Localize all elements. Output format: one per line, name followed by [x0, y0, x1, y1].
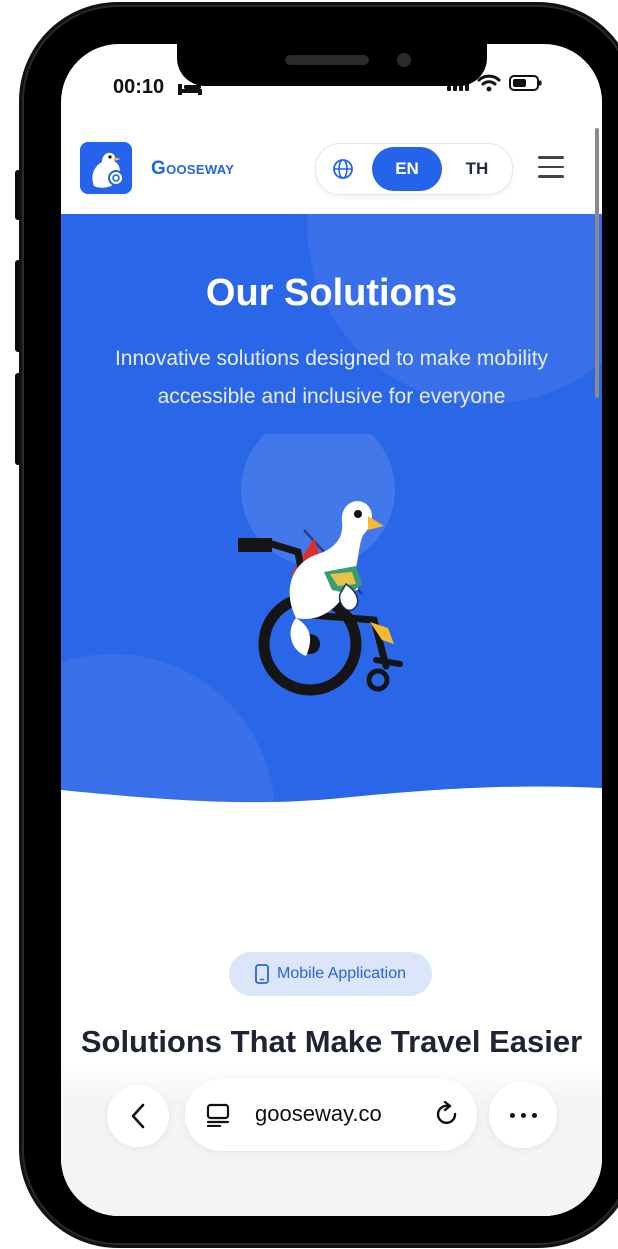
- phone-screen: 00:10 Gooseway EN TH Our Solutions Innov…: [61, 44, 602, 1216]
- language-th-button[interactable]: TH: [452, 147, 502, 191]
- notch: [177, 44, 487, 86]
- chevron-left-icon: [131, 1103, 145, 1129]
- front-camera: [397, 53, 411, 67]
- hamburger-menu-icon[interactable]: [538, 156, 564, 178]
- goose-wheelchair-mascot: [238, 434, 403, 696]
- globe-icon: [333, 159, 353, 179]
- language-toggle: EN TH: [315, 143, 513, 195]
- url-text[interactable]: gooseway.co: [255, 1101, 382, 1127]
- back-button[interactable]: [107, 1085, 169, 1147]
- hero-wave-divider: [61, 786, 602, 804]
- site-header: Gooseway EN TH: [61, 128, 602, 214]
- tab-overview-icon[interactable]: [205, 1103, 231, 1127]
- hero-title: Our Solutions: [205, 272, 458, 314]
- section-title: Solutions That Make Travel Easier: [80, 1024, 583, 1059]
- badge-label: Mobile Application: [277, 965, 406, 982]
- page-scrollbar[interactable]: [595, 128, 599, 398]
- earpiece-speaker: [285, 55, 369, 65]
- status-time: 00:10: [113, 76, 165, 98]
- smartphone-icon: [255, 964, 269, 984]
- more-options-icon[interactable]: [489, 1082, 557, 1148]
- language-en-button[interactable]: EN: [372, 147, 442, 191]
- brand-name[interactable]: Gooseway: [151, 158, 234, 180]
- mobile-application-badge: Mobile Application: [229, 952, 432, 996]
- wifi-icon: [477, 74, 501, 92]
- hero-subtitle: Innovative solutions designed to make mo…: [114, 347, 549, 408]
- address-bar[interactable]: gooseway.co: [185, 1079, 477, 1151]
- battery-icon: [509, 75, 542, 91]
- gooseway-logo-icon[interactable]: [80, 142, 132, 194]
- reload-icon[interactable]: [435, 1101, 461, 1129]
- hero-section: Our Solutions Innovative solutions desig…: [61, 214, 602, 804]
